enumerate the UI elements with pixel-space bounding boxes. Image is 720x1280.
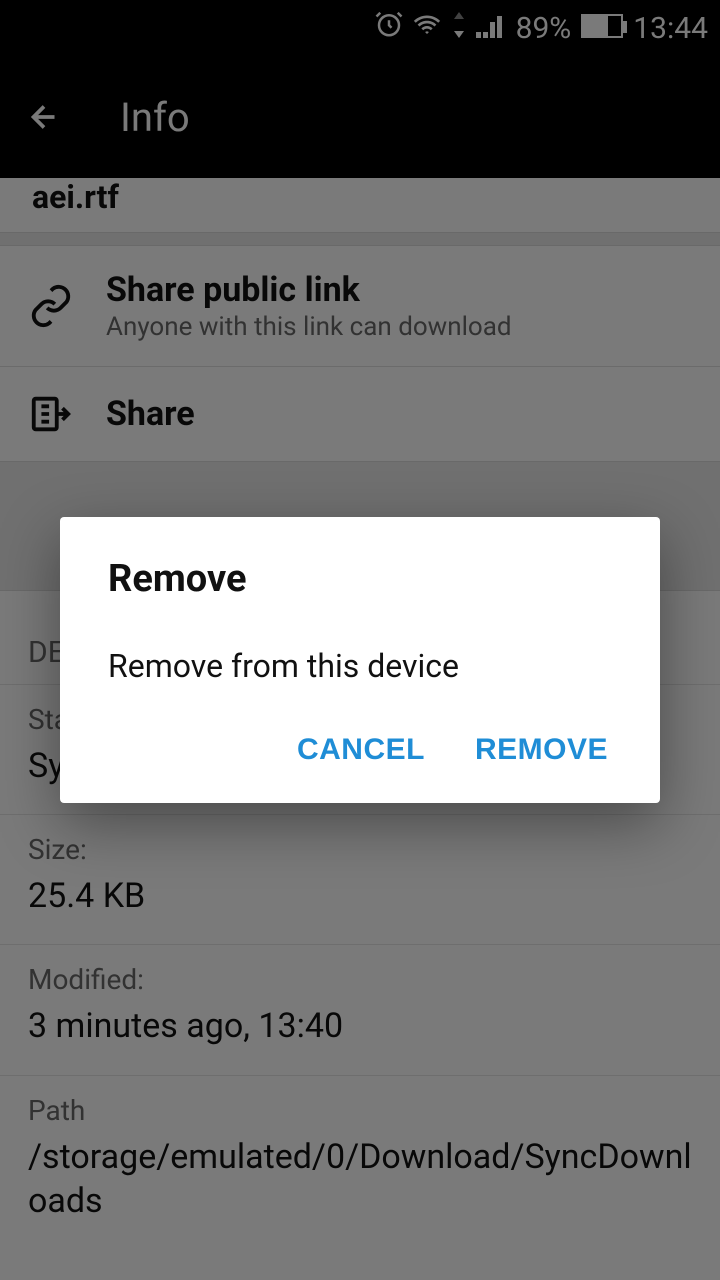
remove-button[interactable]: REMOVE [475,733,608,767]
dialog-message: Remove from this device [108,647,612,685]
dialog-title: Remove [108,557,612,601]
remove-dialog: Remove Remove from this device CANCEL RE… [60,517,660,803]
cancel-button[interactable]: CANCEL [297,733,425,767]
